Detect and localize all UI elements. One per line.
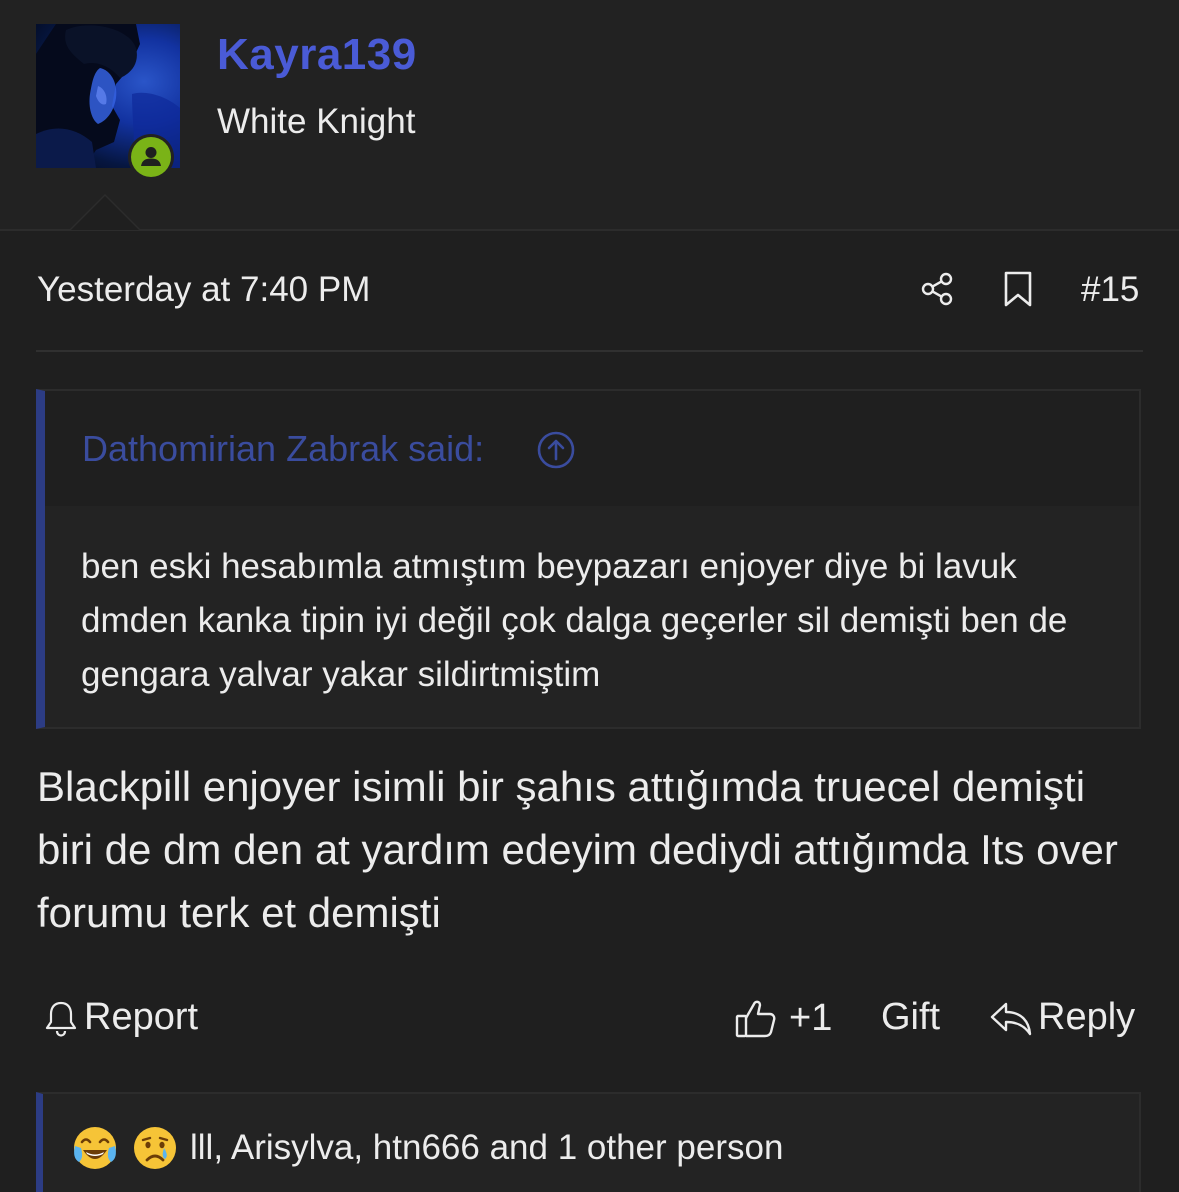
reply-label: Reply bbox=[1038, 996, 1136, 1038]
online-status-badge bbox=[128, 134, 174, 180]
crying-emoji-icon[interactable] bbox=[131, 1124, 179, 1172]
user-header: Kayra139 White Knight bbox=[0, 0, 1179, 231]
like-button[interactable]: +1 bbox=[733, 996, 832, 1040]
thumbs-up-icon bbox=[735, 1000, 776, 1038]
post-body-text: Blackpill enjoyer isimli bir şahıs attığ… bbox=[37, 763, 1118, 936]
header-pointer bbox=[71, 196, 139, 230]
report-button[interactable]: Report bbox=[42, 996, 198, 1039]
username-link[interactable]: Kayra139 bbox=[217, 30, 417, 80]
gift-button[interactable]: Gift bbox=[881, 996, 940, 1039]
reactions-list[interactable]: lll, Arisylva, htn666 and 1 other person bbox=[190, 1128, 783, 1168]
meta-divider bbox=[36, 350, 1143, 352]
post-number-link[interactable]: #15 bbox=[1081, 270, 1139, 310]
post-timestamp[interactable]: Yesterday at 7:40 PM bbox=[37, 270, 370, 310]
bell-icon bbox=[45, 1001, 77, 1037]
online-user-icon bbox=[131, 137, 171, 177]
reply-button[interactable]: Reply bbox=[988, 996, 1135, 1039]
bookmark-icon[interactable] bbox=[996, 266, 1040, 312]
share-icon[interactable] bbox=[914, 266, 960, 312]
report-label: Report bbox=[84, 996, 199, 1038]
reply-arrow-icon bbox=[990, 1002, 1032, 1035]
laughing-tears-emoji-icon[interactable] bbox=[71, 1124, 119, 1172]
user-title: White Knight bbox=[217, 102, 416, 141]
quote-text: ben eski hesabımla atmıştım beypazarı en… bbox=[81, 547, 1068, 694]
quote-author-link[interactable]: Dathomirian Zabrak said: bbox=[82, 428, 484, 470]
like-count: +1 bbox=[789, 996, 833, 1039]
arrow-up-circle-icon[interactable] bbox=[536, 430, 576, 470]
